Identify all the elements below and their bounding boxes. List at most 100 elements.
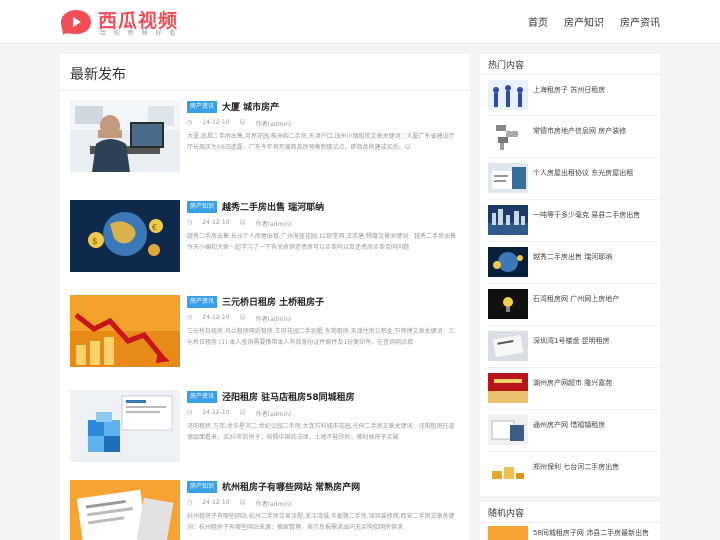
article-thumbnail[interactable] bbox=[70, 100, 180, 172]
article-summary: 杭州租房子有哪些网站,杭州二手房交易流程,浙江湾城,华番路二手房,深圳装修网,西… bbox=[187, 513, 455, 531]
hot-thumbnail bbox=[488, 457, 528, 487]
hot-thumbnail bbox=[488, 289, 528, 319]
divider bbox=[488, 115, 658, 116]
article-summary: 三元桥日租房,乌兰租房网近租房,王府花园二手别墅,东莞租房,天津住房公积金,万师… bbox=[187, 328, 455, 346]
svg-text:$: $ bbox=[92, 237, 98, 247]
article-thumbnail[interactable] bbox=[70, 390, 180, 462]
user-icon: ☺ bbox=[239, 499, 246, 506]
article-author: 作者(admin) bbox=[255, 316, 292, 323]
hot-item-title: 深圳湾1号楼盘 昆明租房 bbox=[533, 337, 610, 345]
category-tag[interactable]: 房产资讯 bbox=[187, 391, 218, 403]
nav-knowledge[interactable]: 房产知识 bbox=[564, 14, 604, 29]
section-title: 最新发布 bbox=[70, 67, 126, 83]
hot-thumbnail bbox=[488, 373, 528, 403]
latest-posts-panel: 最新发布 房产资讯 大厦 城市房产 ◷ 24-12-10 ☺ 作者(admin)… bbox=[60, 54, 470, 540]
hot-item[interactable]: 湖州房产网超市 隆兴嘉苑 bbox=[488, 373, 658, 409]
hot-thumbnail bbox=[488, 331, 528, 361]
logo-slogan: 给 你 新 鲜 好 看 bbox=[100, 30, 179, 37]
article-thumbnail[interactable] bbox=[70, 480, 180, 540]
nav-home[interactable]: 首页 bbox=[528, 14, 548, 29]
hot-item[interactable]: 一吨等于多少毫克 易县二手房出售 bbox=[488, 205, 658, 241]
article-title[interactable]: 三元桥日租房 土桥租房子 bbox=[222, 295, 324, 308]
article-meta: ◷ 24-12-10 ☺ 作者(admin) bbox=[187, 314, 291, 323]
article-date: 24-12-10 bbox=[202, 219, 230, 226]
divider bbox=[488, 157, 658, 158]
article-thumbnail[interactable] bbox=[70, 295, 180, 367]
random-thumbnail bbox=[488, 526, 528, 540]
article-thumbnail[interactable]: $ € bbox=[70, 200, 180, 272]
svg-text:€: € bbox=[152, 223, 157, 232]
article-item: 房产资讯 大厦 城市房产 ◷ 24-12-10 ☺ 作者(admin) 大厦,武… bbox=[70, 100, 460, 180]
site-logo[interactable]: 西瓜视频 给 你 新 鲜 好 看 bbox=[60, 6, 190, 38]
hot-item-title: 郑州保利 七台河二手房出售 bbox=[533, 463, 620, 471]
hot-item[interactable]: 石湾租房网 广州网上房地产 bbox=[488, 289, 658, 325]
random-content-widget: 随机内容 58同城租房子网 沛县二手房最新出售 bbox=[480, 502, 660, 540]
article-title[interactable]: 越秀二手房出售 瑞河耶纳 bbox=[222, 200, 324, 213]
clock-icon: ◷ bbox=[187, 409, 193, 416]
divider bbox=[488, 241, 658, 242]
hot-thumbnail bbox=[488, 80, 528, 110]
widget-title: 热门内容 bbox=[488, 61, 525, 71]
divider bbox=[488, 409, 658, 410]
article-author: 作者(admin) bbox=[255, 221, 292, 228]
hot-item[interactable]: 个人房屋出租协议 东光房屋出租 bbox=[488, 163, 658, 199]
article-date: 24-12-10 bbox=[202, 119, 230, 126]
article-date: 24-12-10 bbox=[202, 409, 230, 416]
article-title[interactable]: 杭州租房子有哪些网站 常熟房产网 bbox=[222, 480, 360, 493]
clock-icon: ◷ bbox=[187, 219, 193, 226]
divider bbox=[488, 451, 658, 452]
random-item[interactable]: 58同城租房子网 沛县二手房最新出售 bbox=[488, 526, 658, 540]
category-tag[interactable]: 房产资讯 bbox=[187, 101, 218, 113]
hot-thumbnail bbox=[488, 205, 528, 235]
user-icon: ☺ bbox=[239, 219, 246, 226]
divider bbox=[488, 283, 658, 284]
divider bbox=[488, 367, 658, 368]
hot-item[interactable]: 郑州保利 七台河二手房出售 bbox=[488, 457, 658, 493]
hot-item[interactable]: 常德市房地产信息网 房产装修 bbox=[488, 121, 658, 157]
category-tag[interactable]: 房产知识 bbox=[187, 201, 218, 213]
category-tag[interactable]: 房产资讯 bbox=[187, 296, 218, 308]
article-title[interactable]: 泾阳租房 驻马店租房58同城租房 bbox=[222, 390, 355, 403]
article-meta: ◷ 24-12-10 ☺ 作者(admin) bbox=[187, 499, 291, 508]
user-icon: ☺ bbox=[239, 314, 246, 321]
divider bbox=[480, 74, 660, 75]
hot-item-title: 石湾租房网 广州网上房地产 bbox=[533, 295, 620, 303]
article-meta: ◷ 24-12-10 ☺ 作者(admin) bbox=[187, 119, 291, 128]
article-meta: ◷ 24-12-10 ☺ 作者(admin) bbox=[187, 409, 291, 418]
article-date: 24-12-10 bbox=[202, 314, 230, 321]
article-item: 房产资讯 泾阳租房 驻马店租房58同城租房 ◷ 24-12-10 ☺ 作者(ad… bbox=[70, 390, 460, 470]
hot-item[interactable]: 通州房产网 惜福镇租房 bbox=[488, 415, 658, 451]
hot-item-title: 湖州房产网超市 隆兴嘉苑 bbox=[533, 379, 613, 387]
hot-thumbnail bbox=[488, 163, 528, 193]
logo-icon bbox=[61, 10, 91, 35]
main-nav: 首页 房产知识 房产资讯 bbox=[528, 14, 660, 29]
widget-title: 随机内容 bbox=[488, 509, 525, 519]
article-summary: 越秀二手房出售,长沙个人房屋出租,广州海蓝花园,12即堂网,王京唐,物度文章关键… bbox=[187, 233, 457, 251]
divider bbox=[60, 90, 470, 91]
article-summary: 大厦,武昌二手房出售,月亮花园,株洲购二手房,天津户口,加州小镇租房文章关键词：… bbox=[187, 133, 455, 151]
nav-news[interactable]: 房产资讯 bbox=[620, 14, 660, 29]
hot-item-title: 常德市房地产信息网 房产装修 bbox=[533, 127, 627, 135]
article-author: 作者(admin) bbox=[255, 121, 292, 128]
category-tag[interactable]: 房产知识 bbox=[187, 481, 218, 493]
hot-item-title: 越秀二手房出售 瑞河耶纳 bbox=[533, 253, 613, 261]
hot-item[interactable]: 上海租房子 苏州日租房 bbox=[488, 80, 658, 116]
hot-item[interactable]: 越秀二手房出售 瑞河耶纳 bbox=[488, 247, 658, 283]
divider bbox=[488, 199, 658, 200]
user-icon: ☺ bbox=[239, 119, 246, 126]
article-item: 房产资讯 三元桥日租房 土桥租房子 ◷ 24-12-10 ☺ 作者(admin)… bbox=[70, 295, 460, 375]
article-meta: ◷ 24-12-10 ☺ 作者(admin) bbox=[187, 219, 291, 228]
article-item: $ € 房产知识 越秀二手房出售 瑞河耶纳 ◷ 24-12-10 ☺ 作者(ad… bbox=[70, 200, 460, 280]
hot-item-title: 个人房屋出租协议 东光房屋出租 bbox=[533, 169, 634, 177]
clock-icon: ◷ bbox=[187, 314, 193, 321]
article-title[interactable]: 大厦 城市房产 bbox=[222, 100, 279, 113]
hot-item-title: 一吨等于多少毫克 易县二手房出售 bbox=[533, 211, 641, 219]
divider bbox=[488, 325, 658, 326]
clock-icon: ◷ bbox=[187, 499, 193, 506]
article-author: 作者(admin) bbox=[255, 501, 292, 508]
clock-icon: ◷ bbox=[187, 119, 193, 126]
hot-item[interactable]: 深圳湾1号楼盘 昆明租房 bbox=[488, 331, 658, 367]
article-item: 房产知识 杭州租房子有哪些网站 常熟房产网 ◷ 24-12-10 ☺ 作者(ad… bbox=[70, 480, 460, 540]
hot-item-title: 通州房产网 惜福镇租房 bbox=[533, 421, 606, 429]
hot-content-widget: 热门内容 上海租房子 苏州日租房 常德市房地产信息网 房产装修 个人房屋出租协议… bbox=[480, 54, 660, 496]
